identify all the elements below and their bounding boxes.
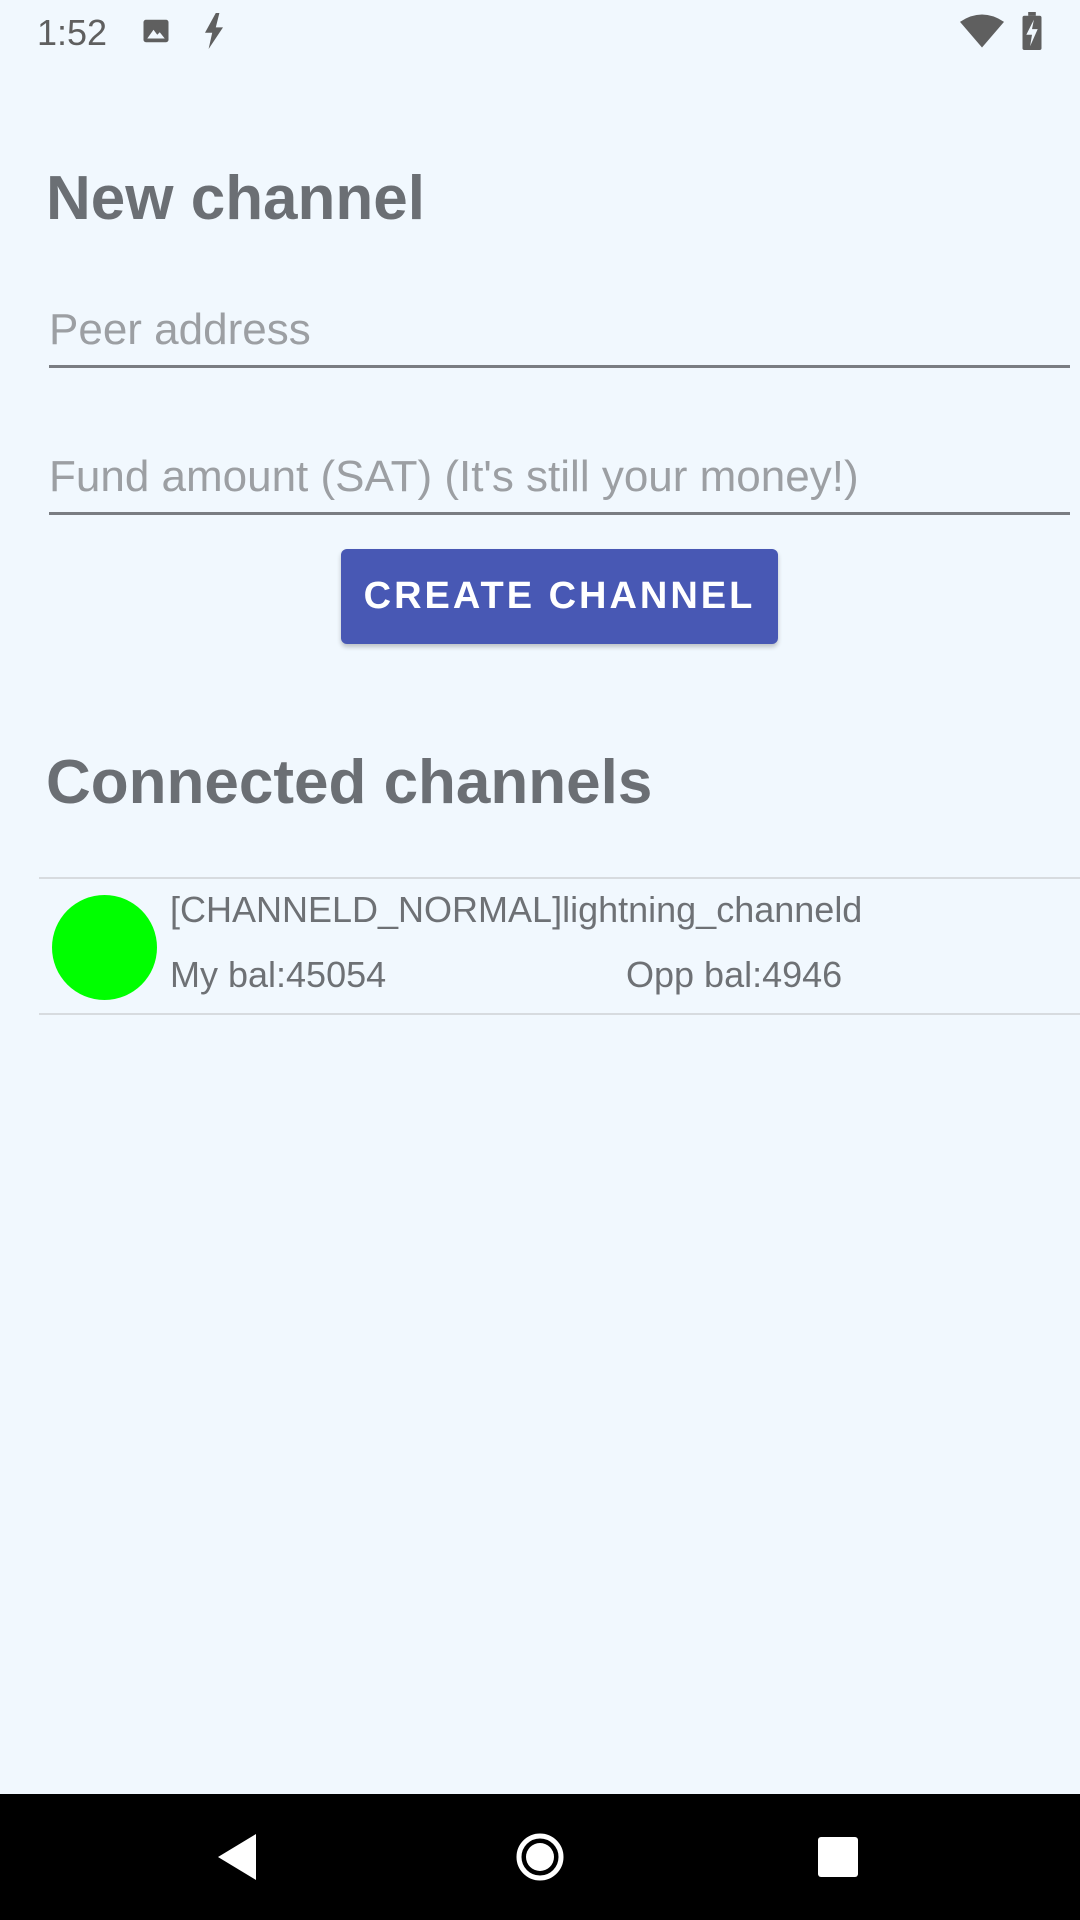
peer-address-input[interactable] [49, 305, 1070, 355]
recents-icon [818, 1837, 858, 1877]
fund-amount-field[interactable] [49, 442, 1070, 515]
new-channel-heading: New channel [46, 164, 425, 233]
recents-button[interactable] [768, 1794, 908, 1920]
create-channel-button[interactable]: CREATE CHANNEL [341, 549, 778, 644]
wifi-icon [960, 14, 1004, 53]
connected-channels-heading: Connected channels [46, 748, 653, 817]
channel-status-indicator [52, 895, 157, 1000]
home-button[interactable] [470, 1794, 610, 1920]
channel-my-balance: My bal:45054 [170, 954, 387, 995]
channel-list-item[interactable]: [CHANNELD_NORMAL]lightning_channeld My b… [39, 877, 1080, 1015]
channel-opp-balance: Opp bal:4946 [626, 954, 843, 995]
status-bar: 1:52 [0, 0, 1080, 63]
channel-name: [CHANNELD_NORMAL]lightning_channeld [170, 889, 863, 930]
home-icon [516, 1833, 564, 1881]
status-time: 1:52 [37, 12, 108, 53]
battery-charging-icon [1022, 12, 1042, 55]
back-icon [218, 1834, 256, 1880]
fund-amount-input[interactable] [49, 452, 1070, 502]
back-button[interactable] [168, 1794, 308, 1920]
peer-address-field[interactable] [49, 295, 1070, 368]
bolt-icon [203, 13, 225, 54]
image-icon [141, 16, 171, 51]
navigation-bar [0, 1794, 1080, 1920]
